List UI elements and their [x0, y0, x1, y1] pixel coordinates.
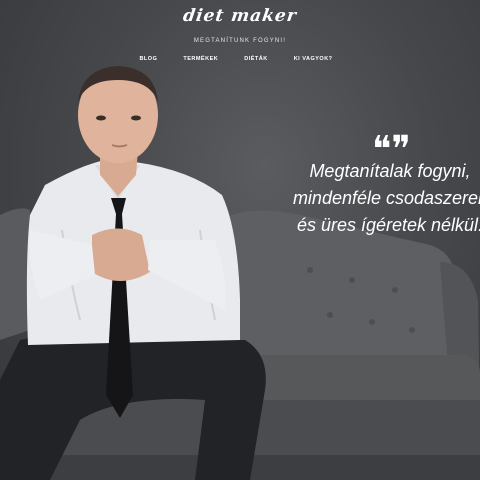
main-nav: BLOG TERMÉKEK DIÉTÁK KI VAGYOK? — [0, 56, 480, 62]
nav-about[interactable]: KI VAGYOK? — [294, 56, 333, 62]
hero-quote: Megtanítalak fogyni, mindenféle csodasze… — [290, 158, 480, 239]
quote-line: Megtanítalak fogyni, — [309, 161, 471, 181]
hero-section: diet maker MEGTANÍTUNK FOGYNI! BLOG TERM… — [0, 0, 480, 480]
quote-line: és üres ígéretek nélkül. — [296, 215, 480, 235]
logo[interactable]: diet maker — [0, 6, 480, 26]
hero-photo — [0, 66, 480, 480]
quote-line: mindenféle csodaszerek — [292, 188, 480, 208]
nav-blog[interactable]: BLOG — [139, 56, 157, 62]
tagline: MEGTANÍTUNK FOGYNI! — [193, 38, 287, 44]
nav-products[interactable]: TERMÉKEK — [183, 56, 218, 62]
nav-diets[interactable]: DIÉTÁK — [244, 56, 267, 62]
